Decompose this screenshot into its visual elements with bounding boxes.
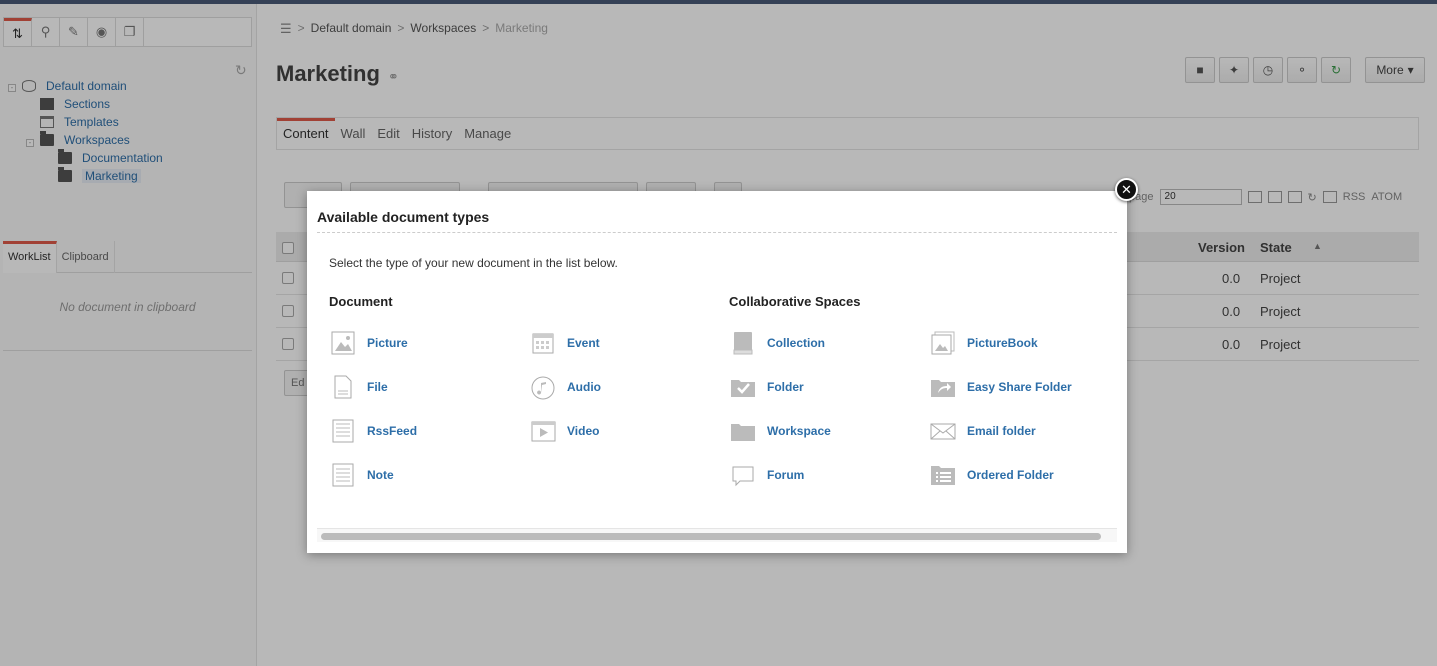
doctype-label: Event [567,336,600,350]
dialog-intro: Select the type of your new document in … [329,256,618,270]
doctype-label: Video [567,424,600,438]
note-icon [329,461,357,489]
doctype-label: File [367,380,388,394]
doctype-folder[interactable]: Folder [729,372,804,402]
file-icon [329,373,357,401]
video-icon [529,417,557,445]
doctype-audio[interactable]: Audio [529,372,601,402]
group-title-collaborative-spaces: Collaborative Spaces [729,294,861,309]
doctype-label: PictureBook [967,336,1038,350]
doctype-label: Audio [567,380,601,394]
doctype-ordered-folder[interactable]: Ordered Folder [929,460,1054,490]
scrollbar-thumb[interactable] [321,533,1101,540]
workspace-icon [729,417,757,445]
close-icon[interactable]: ✕ [1115,178,1138,201]
doctype-workspace[interactable]: Workspace [729,416,831,446]
event-icon [529,329,557,357]
doctype-label: Picture [367,336,408,350]
doctype-label: RssFeed [367,424,418,438]
group-title-document: Document [329,294,393,309]
doctype-collection[interactable]: Collection [729,328,825,358]
horizontal-scrollbar[interactable] [317,528,1117,542]
audio-icon [529,373,557,401]
divider [317,232,1117,233]
email-folder-icon [929,417,957,445]
doctype-email-folder[interactable]: Email folder [929,416,1036,446]
picture-icon [329,329,357,357]
doctype-picture[interactable]: Picture [329,328,408,358]
doctype-note[interactable]: Note [329,460,394,490]
doctype-forum[interactable]: Forum [729,460,804,490]
easy-share-folder-icon [929,373,957,401]
doctype-picturebook[interactable]: PictureBook [929,328,1038,358]
doctype-video[interactable]: Video [529,416,599,446]
collection-icon [729,329,757,357]
forum-icon [729,461,757,489]
dialog-title: Available document types [317,209,490,225]
doctype-easy-share-folder[interactable]: Easy Share Folder [929,372,1072,402]
doctype-label: Workspace [767,424,831,438]
picturebook-icon [929,329,957,357]
ordered-folder-icon [929,461,957,489]
folder-icon [729,373,757,401]
doctype-label: Easy Share Folder [967,380,1072,394]
rssfeed-icon [329,417,357,445]
doctype-event[interactable]: Event [529,328,600,358]
doctype-label: Ordered Folder [967,468,1054,482]
doctype-label: Note [367,468,394,482]
doctype-label: Folder [767,380,804,394]
document-types-dialog: Available document types Select the type… [307,191,1127,553]
doctype-rssfeed[interactable]: RssFeed [329,416,417,446]
doctype-label: Forum [767,468,805,482]
doctype-label: Collection [767,336,826,350]
doctype-label: Email folder [967,424,1036,438]
doctype-file[interactable]: File [329,372,388,402]
